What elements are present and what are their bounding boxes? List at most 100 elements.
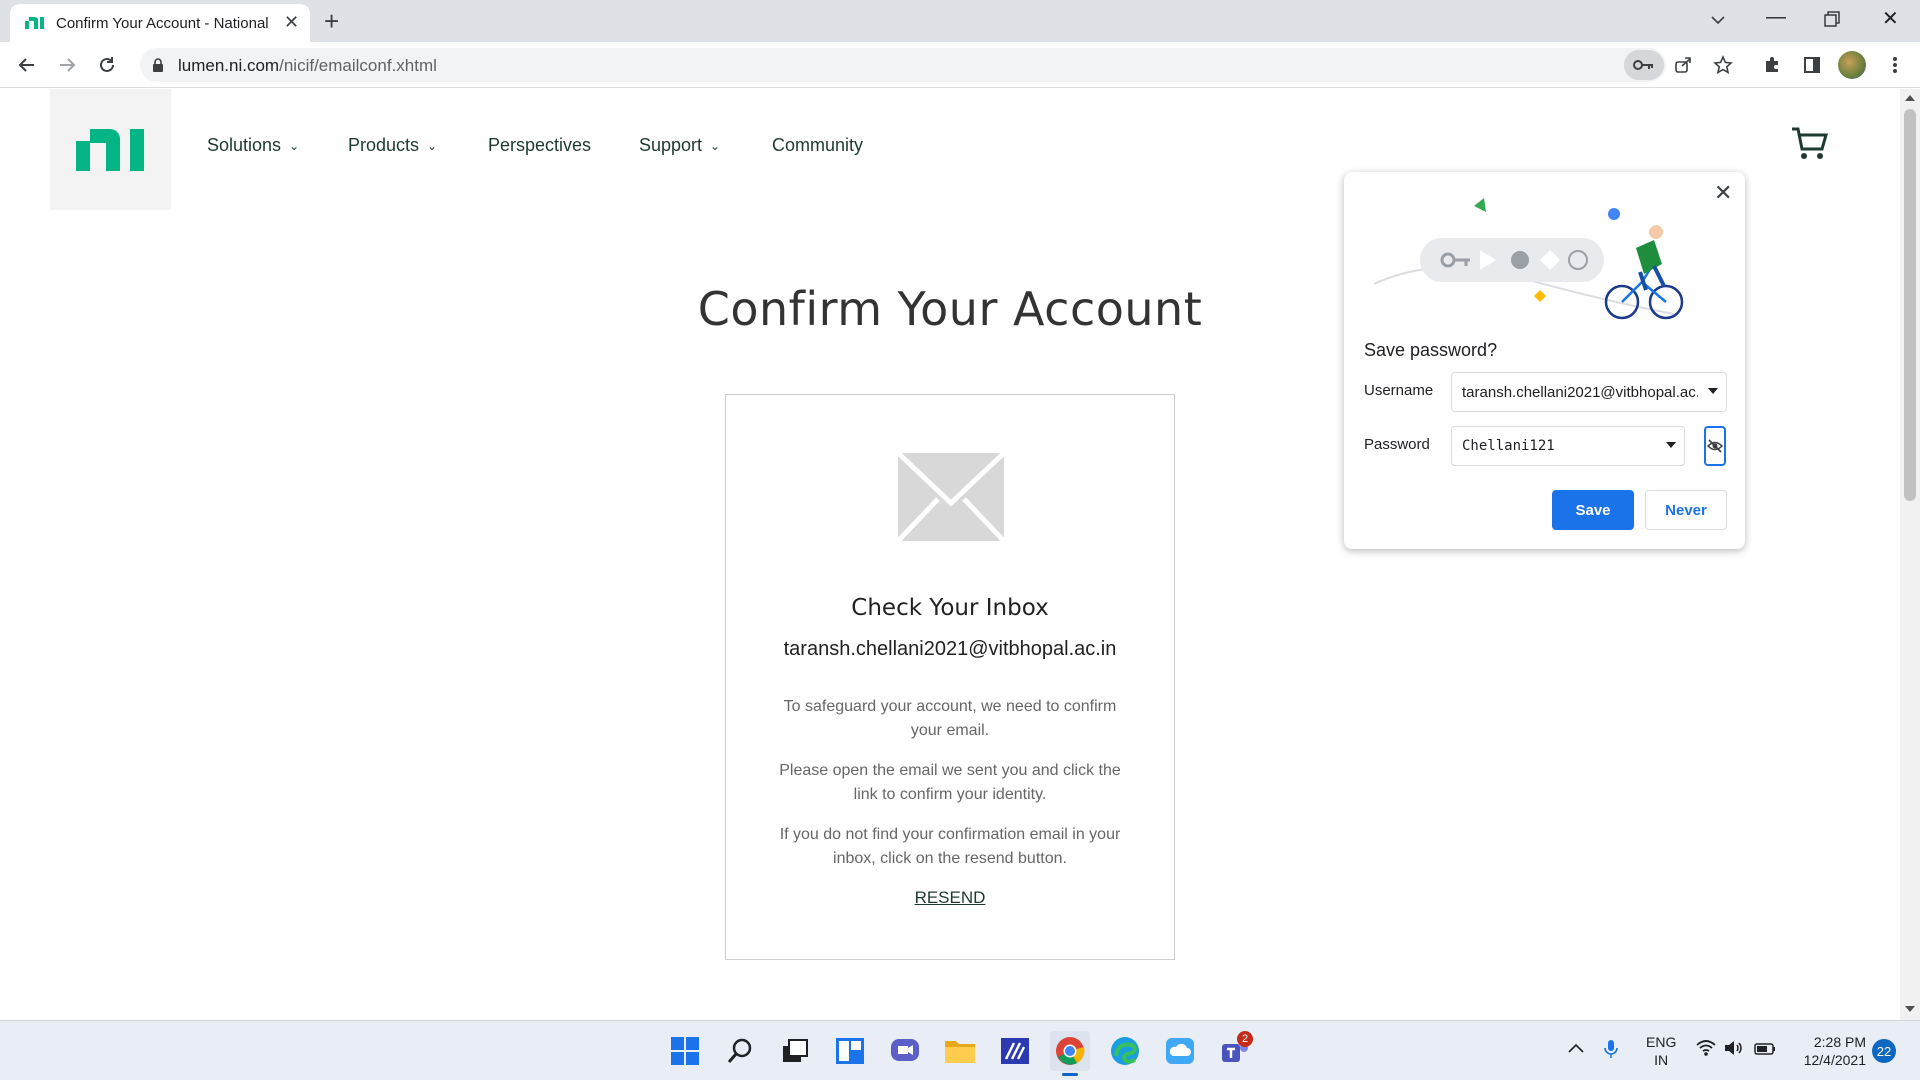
browser-tab[interactable]: Confirm Your Account - National ✕ <box>10 4 310 42</box>
share-button[interactable] <box>1668 50 1698 80</box>
chrome-button[interactable] <box>1050 1031 1090 1071</box>
teams-button[interactable]: 2 <box>1215 1031 1255 1071</box>
scroll-down-icon[interactable] <box>1905 1006 1915 1012</box>
nav-solutions[interactable]: Solutions ⌄ <box>207 135 299 156</box>
username-value: taransh.chellani2021@vitbhopal.ac. <box>1462 384 1698 401</box>
ni-logo[interactable] <box>50 89 171 210</box>
close-icon[interactable]: ✕ <box>1714 180 1732 206</box>
wifi-icon[interactable] <box>1696 1039 1716 1057</box>
password-illustration <box>1374 198 1684 320</box>
nav-label: Community <box>772 135 864 155</box>
page-content: Solutions ⌄ Products ⌄ Perspectives Supp… <box>0 89 1900 1020</box>
reload-button[interactable] <box>92 50 122 80</box>
tab-title: Confirm Your Account - National <box>56 15 269 32</box>
microphone-icon[interactable] <box>1604 1039 1618 1059</box>
folder-icon <box>945 1041 975 1063</box>
chevron-down-icon: ⌄ <box>710 138 721 153</box>
system-clock[interactable]: 2:28 PM 12/4/2021 <box>1796 1033 1866 1069</box>
envelope-icon <box>898 453 1004 541</box>
menu-button[interactable] <box>1880 50 1910 80</box>
username-select[interactable]: taransh.chellani2021@vitbhopal.ac. <box>1451 372 1727 412</box>
page-scrollbar[interactable] <box>1900 89 1920 1020</box>
taskbar-search-button[interactable] <box>720 1031 760 1071</box>
notification-count-badge[interactable]: 22 <box>1872 1039 1896 1063</box>
share-icon <box>1675 57 1691 73</box>
nav-community[interactable]: Community <box>772 135 863 156</box>
widgets-button[interactable] <box>830 1031 870 1071</box>
battery-icon[interactable] <box>1754 1043 1776 1055</box>
pen-app-button[interactable] <box>995 1031 1035 1071</box>
dropdown-arrow-icon <box>1708 388 1718 394</box>
input-language[interactable]: ENG IN <box>1646 1033 1676 1069</box>
minimize-icon[interactable]: — <box>1766 6 1786 29</box>
user-email: taransh.chellani2021@vitbhopal.ac.in <box>783 638 1117 660</box>
star-icon <box>1713 55 1733 74</box>
teams-chat-button[interactable] <box>885 1031 925 1071</box>
nav-support[interactable]: Support ⌄ <box>639 135 720 156</box>
clock-time: 2:28 PM <box>1813 1034 1866 1050</box>
card-paragraph: Please open the email we sent you and cl… <box>779 762 1121 803</box>
start-button[interactable] <box>665 1031 705 1071</box>
save-password-dialog: ✕ Save password? Username taransh.chella… <box>1344 172 1745 549</box>
chevron-down-icon: ⌄ <box>427 138 438 153</box>
teams-badge: 2 <box>1237 1031 1253 1047</box>
chat-icon <box>891 1039 919 1061</box>
never-button[interactable]: Never <box>1645 490 1727 530</box>
nav-perspectives[interactable]: Perspectives <box>488 135 591 156</box>
nav-label: Products <box>348 135 420 155</box>
url-text: lumen.ni.com/nicif/emailconf.xhtml <box>178 56 437 76</box>
cloud-app-button[interactable] <box>1160 1031 1200 1071</box>
tab-search-icon[interactable] <box>1708 10 1728 30</box>
show-hidden-icons-icon[interactable] <box>1568 1043 1584 1053</box>
password-select[interactable]: Chellani121 <box>1451 426 1685 466</box>
side-panel-button[interactable] <box>1797 50 1827 80</box>
more-vert-icon <box>1893 57 1897 73</box>
scrollbar-thumb[interactable] <box>1904 109 1916 501</box>
widgets-icon <box>836 1038 864 1064</box>
lang-code: ENG <box>1646 1034 1677 1050</box>
tab-close-icon[interactable]: ✕ <box>284 12 299 33</box>
nav-label: Solutions <box>207 135 282 155</box>
browser-toolbar: lumen.ni.com/nicif/emailconf.xhtml <box>0 42 1920 88</box>
cart-icon[interactable] <box>1790 125 1828 161</box>
forward-button[interactable] <box>52 50 82 80</box>
confirm-card: Check Your Inbox taransh.chellani2021@vi… <box>725 394 1175 960</box>
task-view-icon <box>783 1039 808 1062</box>
ni-logo-icon <box>75 128 144 171</box>
active-app-indicator <box>1062 1073 1078 1076</box>
volume-icon[interactable] <box>1724 1039 1744 1057</box>
side-panel-icon <box>1804 57 1820 73</box>
toggle-password-visibility-button[interactable] <box>1704 426 1726 466</box>
back-button[interactable] <box>12 50 42 80</box>
card-paragraph: If you do not find your confirmation ema… <box>779 826 1121 867</box>
url-path: /nicif/emailconf.xhtml <box>279 56 437 75</box>
lock-icon[interactable] <box>152 58 164 72</box>
scroll-up-icon[interactable] <box>1905 95 1915 101</box>
eye-off-icon <box>1707 439 1723 453</box>
edge-button[interactable] <box>1105 1031 1145 1071</box>
card-paragraph: To safeguard your account, we need to co… <box>783 698 1117 739</box>
window-close-icon[interactable]: ✕ <box>1882 6 1899 31</box>
profile-avatar[interactable] <box>1838 51 1866 79</box>
taskbar: 2 ENG IN 2:28 PM 12/4/2021 22 <box>0 1020 1920 1080</box>
task-view-button[interactable] <box>775 1031 815 1071</box>
dropdown-arrow-icon <box>1666 442 1676 448</box>
save-button[interactable]: Save <box>1552 490 1634 530</box>
ni-favicon-icon <box>25 17 44 29</box>
username-label: Username <box>1364 382 1434 399</box>
password-key-button[interactable] <box>1624 50 1664 80</box>
new-tab-button[interactable]: + <box>324 6 339 37</box>
extensions-button[interactable] <box>1757 50 1787 80</box>
bookmark-button[interactable] <box>1708 50 1738 80</box>
resend-link[interactable]: RESEND <box>726 888 1174 908</box>
nav-products[interactable]: Products ⌄ <box>348 135 437 156</box>
back-arrow-icon <box>18 58 34 72</box>
file-explorer-button[interactable] <box>940 1031 980 1071</box>
password-label: Password <box>1364 436 1430 453</box>
restore-icon[interactable] <box>1824 11 1840 27</box>
address-bar[interactable]: lumen.ni.com/nicif/emailconf.xhtml <box>140 48 1733 82</box>
cloud-icon <box>1166 1038 1194 1064</box>
edge-icon <box>1111 1037 1139 1065</box>
url-host: lumen.ni.com <box>178 56 280 75</box>
clock-date: 12/4/2021 <box>1803 1052 1866 1068</box>
